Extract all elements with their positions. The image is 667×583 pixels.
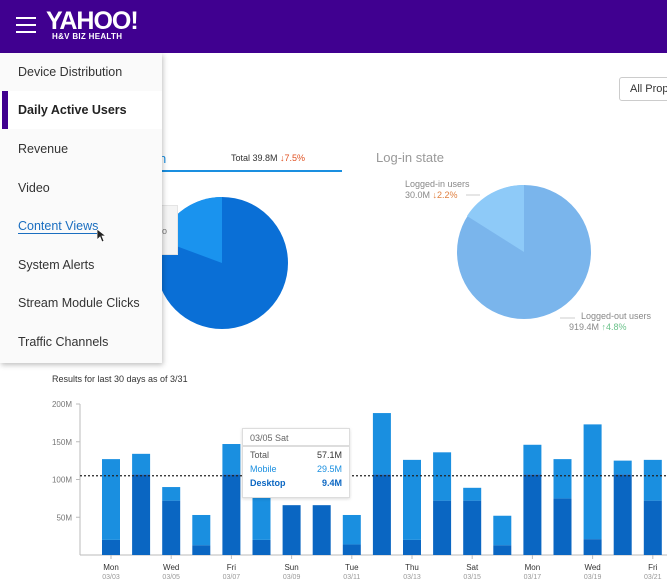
bar-desktop	[162, 500, 181, 555]
bar-mobile	[493, 515, 512, 546]
menu-item-label: Revenue	[18, 142, 69, 156]
menu-item-label: Daily Active Users	[18, 103, 127, 117]
bar-desktop	[583, 539, 602, 555]
tooltip-desktop-label: Desktop	[250, 478, 286, 488]
menu-item-system-alerts[interactable]: System Alerts	[0, 246, 162, 284]
tooltip-desktop-value: 9.4M	[321, 478, 342, 488]
tooltip-row-desktop: Desktop 9.4M	[243, 475, 349, 489]
bar-desktop	[433, 500, 452, 555]
x-tick-date: 03/03	[102, 574, 120, 581]
x-tick-date: 03/19	[584, 574, 602, 581]
menu-item-traffic-channels[interactable]: Traffic Channels	[0, 323, 162, 361]
tooltip-date: 03/05 Sat	[243, 429, 349, 447]
menu-item-label: Content Views	[18, 219, 99, 234]
x-tick-day: Wed	[584, 563, 600, 572]
tooltip-row-mobile: Mobile 29.5M	[243, 461, 349, 475]
bar-mobile	[132, 453, 151, 475]
x-tick-day: Mon	[103, 563, 119, 572]
bar-mobile	[192, 514, 211, 546]
bar-mobile	[222, 444, 241, 475]
bar-desktop	[523, 474, 542, 555]
tooltip-total-value: 57.1M	[316, 450, 342, 460]
bar-desktop	[643, 500, 662, 555]
bar-mobile	[583, 424, 602, 540]
bar-mobile	[463, 487, 482, 501]
menu-item-label: Device Distribution	[18, 65, 123, 79]
x-tick-day: Tue	[345, 563, 359, 572]
bar-mobile	[523, 444, 542, 475]
bar-desktop	[132, 474, 151, 555]
bar-mobile	[613, 460, 632, 475]
x-tick-date: 03/17	[524, 574, 542, 581]
x-tick-date: 03/09	[283, 574, 301, 581]
mouse-cursor-icon	[97, 229, 107, 243]
bar-desktop	[403, 539, 421, 555]
x-tick-day: Fri	[648, 563, 658, 572]
bar-mobile	[433, 452, 452, 501]
x-tick-date: 03/15	[463, 574, 481, 581]
bar-mobile	[643, 459, 662, 501]
x-tick-date: 03/07	[223, 574, 241, 581]
x-tick-day: Sat	[466, 563, 479, 572]
bar-desktop	[102, 539, 120, 555]
x-tick-date: 03/05	[162, 574, 180, 581]
y-tick-label: 150M	[52, 438, 72, 447]
bar-desktop	[192, 545, 211, 555]
x-tick-day: Wed	[163, 563, 179, 572]
nav-menu: Device Distribution Daily Active Users R…	[0, 53, 162, 363]
y-tick-label: 200M	[52, 400, 72, 409]
y-tick-label: 50M	[56, 513, 72, 522]
menu-item-stream-module-clicks[interactable]: Stream Module Clicks	[0, 284, 162, 322]
bar-desktop	[342, 544, 361, 555]
tooltip-row-total: Total 57.1M	[243, 447, 349, 461]
bar-desktop	[553, 498, 572, 555]
bar-desktop	[463, 500, 482, 555]
bar-desktop	[493, 545, 512, 555]
tooltip-total-label: Total	[250, 450, 270, 460]
bar-desktop	[252, 539, 271, 555]
bar-mobile	[162, 487, 181, 501]
bar-mobile	[342, 514, 361, 545]
bar-mobile	[403, 459, 421, 540]
tooltip-mobile-value: 29.5M	[316, 464, 342, 474]
menu-item-video[interactable]: Video	[0, 169, 162, 207]
bar-mobile	[553, 459, 572, 499]
menu-item-label: Traffic Channels	[18, 335, 109, 349]
x-tick-date: 03/11	[343, 574, 360, 581]
bar-desktop	[222, 474, 241, 555]
tooltip-mobile-label: Mobile	[250, 464, 277, 474]
x-tick-date: 03/13	[403, 574, 421, 581]
x-tick-date: 03/21	[644, 574, 662, 581]
menu-item-content-views[interactable]: Content Views	[0, 207, 162, 245]
bar-mobile	[102, 459, 120, 540]
menu-item-label: System Alerts	[18, 258, 95, 272]
menu-item-daily-active-users[interactable]: Daily Active Users	[0, 91, 162, 129]
bar-desktop	[282, 505, 301, 555]
bar-desktop	[613, 474, 632, 555]
y-tick-label: 100M	[52, 476, 72, 485]
x-tick-day: Mon	[525, 563, 541, 572]
bar-desktop	[312, 505, 331, 555]
x-tick-day: Thu	[405, 563, 419, 572]
menu-item-device-distribution[interactable]: Device Distribution	[0, 53, 162, 91]
menu-item-label: Stream Module Clicks	[18, 296, 140, 310]
x-tick-day: Fri	[227, 563, 237, 572]
menu-item-revenue[interactable]: Revenue	[0, 130, 162, 168]
bar-desktop	[372, 474, 391, 555]
x-tick-day: Sun	[284, 563, 298, 572]
bar-mobile	[372, 413, 391, 475]
menu-item-label: Video	[18, 181, 50, 195]
chart-tooltip: 03/05 Sat Total 57.1M Mobile 29.5M Desktop…	[242, 428, 350, 498]
